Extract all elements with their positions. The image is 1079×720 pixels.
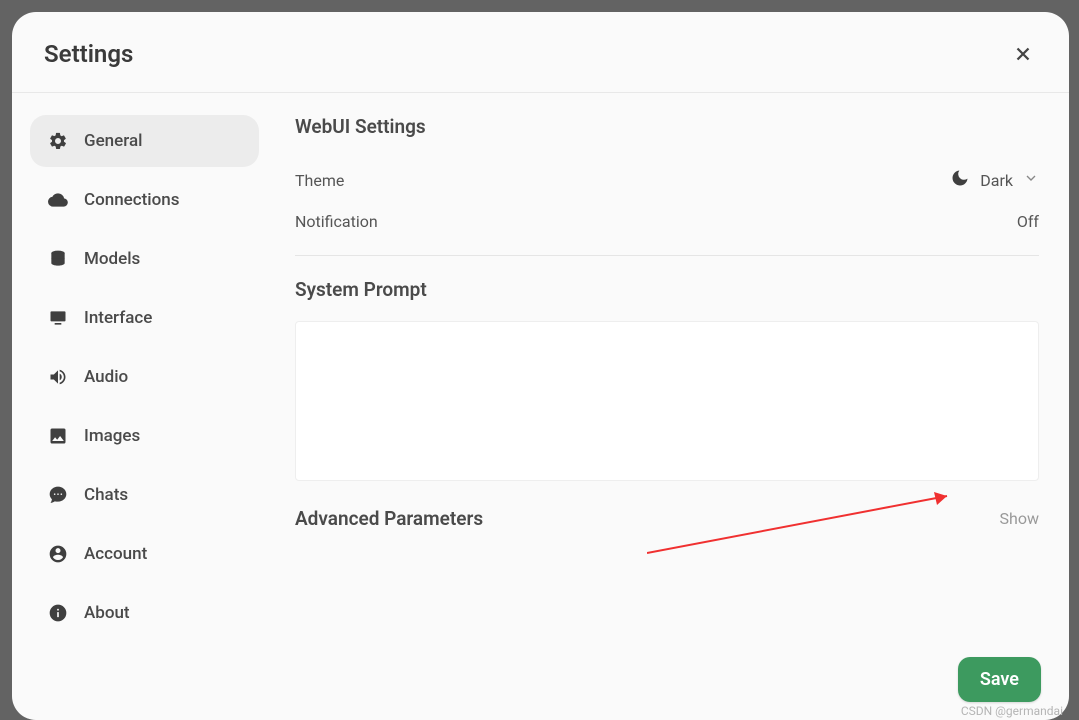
- theme-selector[interactable]: Dark: [950, 168, 1039, 192]
- sidebar-item-label: About: [84, 603, 130, 623]
- advanced-parameters-title: Advanced Parameters: [295, 507, 483, 530]
- info-icon: [47, 602, 69, 624]
- sidebar-item-label: Models: [84, 249, 140, 269]
- sidebar-item-interface[interactable]: Interface: [30, 292, 259, 344]
- system-prompt-title: System Prompt: [295, 278, 1039, 301]
- sidebar-item-about[interactable]: About: [30, 587, 259, 639]
- sidebar-item-general[interactable]: General: [30, 115, 259, 167]
- modal-title: Settings: [44, 40, 133, 68]
- sidebar-item-label: Images: [84, 426, 140, 446]
- sidebar-item-images[interactable]: Images: [30, 410, 259, 462]
- gear-icon: [47, 130, 69, 152]
- modal-header: Settings: [12, 12, 1069, 93]
- divider: [295, 255, 1039, 256]
- sidebar-item-audio[interactable]: Audio: [30, 351, 259, 403]
- theme-value: Dark: [980, 171, 1013, 190]
- settings-modal: Settings General Connections: [12, 12, 1069, 720]
- notification-label: Notification: [295, 212, 378, 231]
- sidebar-item-models[interactable]: Models: [30, 233, 259, 285]
- monitor-icon: [47, 307, 69, 329]
- sidebar-item-label: General: [84, 131, 142, 151]
- sidebar-item-connections[interactable]: Connections: [30, 174, 259, 226]
- chat-icon: [47, 484, 69, 506]
- sidebar-item-chats[interactable]: Chats: [30, 469, 259, 521]
- notification-row: Notification Off: [295, 202, 1039, 241]
- database-icon: [47, 248, 69, 270]
- save-button[interactable]: Save: [958, 657, 1041, 702]
- system-prompt-input[interactable]: [295, 321, 1039, 481]
- modal-body: General Connections Models Interface: [12, 93, 1069, 720]
- image-icon: [47, 425, 69, 447]
- moon-icon: [950, 168, 970, 192]
- speaker-icon: [47, 366, 69, 388]
- theme-row: Theme Dark: [295, 158, 1039, 202]
- account-icon: [47, 543, 69, 565]
- theme-label: Theme: [295, 171, 344, 190]
- settings-sidebar: General Connections Models Interface: [12, 93, 277, 720]
- advanced-row: Advanced Parameters Show: [295, 507, 1039, 530]
- sidebar-item-label: Audio: [84, 367, 128, 387]
- sidebar-item-label: Chats: [84, 485, 128, 505]
- sidebar-item-label: Interface: [84, 308, 152, 328]
- sidebar-item-label: Connections: [84, 190, 180, 210]
- webui-settings-title: WebUI Settings: [295, 115, 1039, 138]
- sidebar-item-account[interactable]: Account: [30, 528, 259, 580]
- close-button[interactable]: [1009, 40, 1037, 68]
- settings-content: WebUI Settings Theme Dark Notification O…: [277, 93, 1069, 720]
- cloud-icon: [47, 189, 69, 211]
- watermark: CSDN @germandai: [961, 704, 1063, 718]
- sidebar-item-label: Account: [84, 544, 147, 564]
- notification-toggle[interactable]: Off: [1017, 212, 1039, 231]
- advanced-show-toggle[interactable]: Show: [1000, 509, 1039, 528]
- chevron-down-icon: [1023, 170, 1039, 190]
